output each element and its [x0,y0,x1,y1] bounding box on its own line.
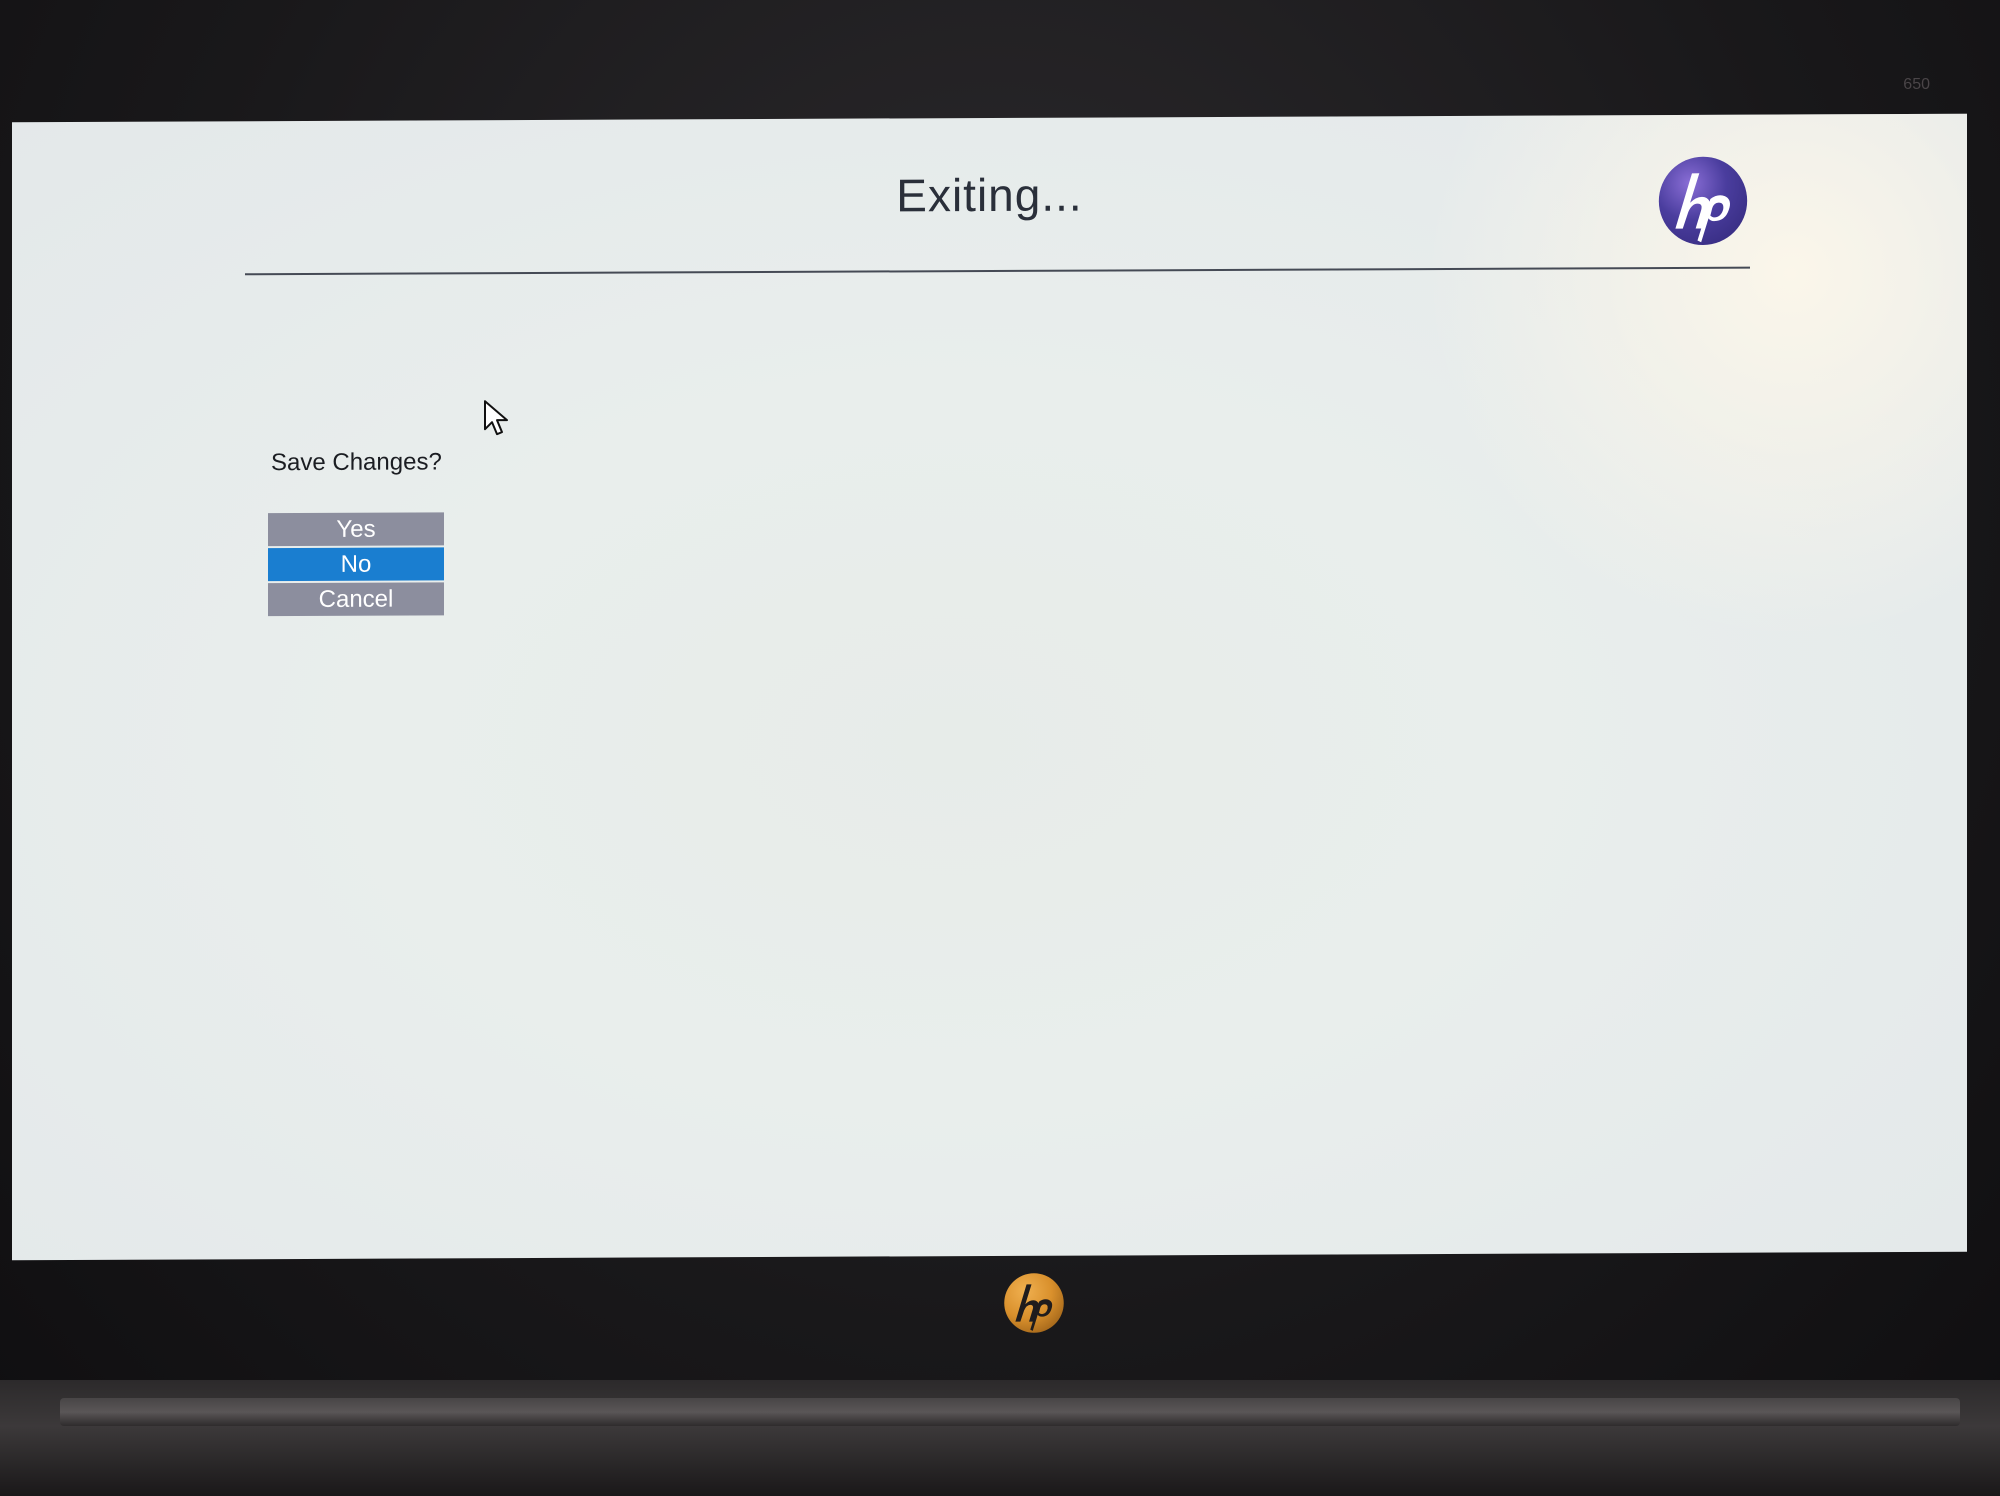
hp-logo-icon [1658,156,1748,246]
hp-bezel-logo-icon [1004,1273,1064,1333]
header-divider [245,266,1750,276]
photo-frame: 650 Exiting... Save Changes? Yes No Canc… [0,0,2000,1496]
bios-screen: Exiting... Save Changes? Yes No Cancel [12,113,1967,1261]
mouse-pointer-icon [484,400,508,436]
yes-button[interactable]: Yes [268,512,444,547]
hinge-bar [60,1398,1960,1426]
cancel-button[interactable]: Cancel [268,582,444,617]
save-options-list: Yes No Cancel [268,512,444,618]
save-changes-prompt: Save Changes? [271,448,442,477]
no-button[interactable]: No [268,547,444,582]
bezel-model-text: 650 [1903,76,1930,93]
